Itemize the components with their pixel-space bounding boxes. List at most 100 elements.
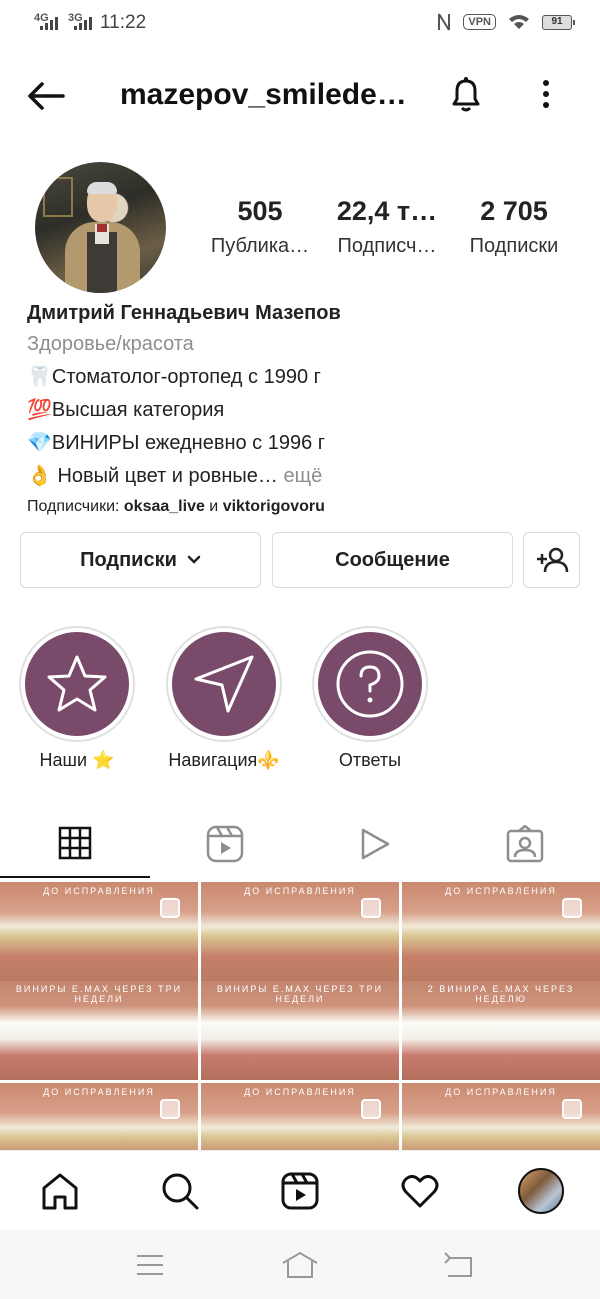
followed-by[interactable]: Подписчики: oksaa_live и viktorigovoru	[27, 498, 587, 516]
nav-search[interactable]	[158, 1169, 202, 1213]
suggested-users-button[interactable]	[523, 532, 580, 588]
post-caption: ВИНИРЫ E.MAX ЧЕРЕЗ ТРИ НЕДЕЛИ	[15, 984, 183, 1004]
multi-photo-icon	[361, 898, 381, 918]
post-caption: ДО ИСПРАВЛЕНИЯ	[244, 1087, 356, 1097]
post-caption: ДО ИСПРАВЛЕНИЯ	[445, 886, 557, 896]
highlight-label: Наши ⭐	[39, 750, 115, 770]
bio-line: 💎ВИНИРЫ ежедневно с 1996 г	[27, 432, 326, 454]
nav-profile[interactable]	[516, 1166, 566, 1216]
post-thumbnail[interactable]: ДО ИСПРАВЛЕНИЯ	[0, 1083, 198, 1150]
post-thumbnail[interactable]: ДО ИСПРАВЛЕНИЯ	[402, 1083, 600, 1150]
heart-icon	[401, 1174, 439, 1208]
following-count[interactable]: 2 705 Подписки	[449, 196, 579, 258]
follower-name[interactable]: viktorigovoru	[223, 498, 325, 515]
grid-icon	[58, 826, 92, 860]
reels-icon	[206, 825, 244, 863]
post-caption: 2 ВИНИРА E.MAX ЧЕРЕЗ НЕДЕЛЮ	[427, 984, 575, 1004]
post-thumbnail[interactable]: ДО ИСПРАВЛЕНИЯ ВИНИРЫ E.MAX ЧЕРЕЗ ТРИ НЕ…	[0, 882, 198, 1080]
multi-photo-icon	[160, 898, 180, 918]
post-thumbnail[interactable]: ДО ИСПРАВЛЕНИЯ 2 ВИНИРА E.MAX ЧЕРЕЗ НЕДЕ…	[402, 882, 600, 1080]
nav-reels[interactable]	[278, 1169, 322, 1213]
profile-avatar[interactable]	[35, 162, 166, 293]
bell-icon	[452, 77, 480, 112]
more-options-button[interactable]	[530, 74, 562, 114]
add-person-icon	[536, 547, 568, 573]
highlight-ours[interactable]: Наши ⭐	[19, 626, 135, 771]
posts-count[interactable]: 505 Публика…	[195, 196, 325, 258]
post-caption: ДО ИСПРАВЛЕНИЯ	[244, 886, 356, 896]
vpn-badge: VPN	[463, 14, 496, 30]
notifications-button[interactable]	[444, 72, 488, 116]
home-outline-icon	[282, 1251, 318, 1278]
wifi-icon	[509, 15, 529, 29]
system-home-button[interactable]	[280, 1250, 320, 1280]
message-button-label: Сообщение	[335, 548, 450, 571]
profile-avatar	[518, 1168, 564, 1214]
signal-icon	[40, 17, 58, 30]
bio-line: 💯Высшая категория	[27, 399, 225, 421]
followers-value: 22,4 т…	[336, 196, 438, 226]
bio-line: 🦷Стоматолог-ортопед с 1990 г	[27, 366, 321, 388]
posts-label: Публика…	[210, 235, 310, 257]
tab-reels[interactable]	[150, 810, 300, 878]
posts-value: 505	[237, 196, 283, 226]
multi-photo-icon	[562, 1099, 582, 1119]
bio-line-text: 👌 Новый цвет и ровные…	[27, 465, 278, 487]
profile-bio: Дмитрий Геннадьевич Мазепов Здоровье/кра…	[27, 302, 587, 516]
posts-grid: ДО ИСПРАВЛЕНИЯ ВИНИРЫ E.MAX ЧЕРЕЗ ТРИ НЕ…	[0, 880, 600, 1150]
search-icon	[162, 1173, 199, 1210]
nfc-icon	[438, 13, 451, 31]
reels-icon	[281, 1172, 319, 1210]
status-bar: 4G 3G 11:22 VPN 91	[0, 0, 600, 48]
back-icon	[444, 1252, 472, 1277]
clock: 11:22	[100, 12, 147, 33]
tab-posts-grid[interactable]	[0, 810, 150, 878]
post-thumbnail[interactable]: ДО ИСПРАВЛЕНИЯ ВИНИРЫ E.MAX ЧЕРЕЗ ТРИ НЕ…	[201, 882, 399, 1080]
post-caption: ДО ИСПРАВЛЕНИЯ	[43, 1087, 155, 1097]
multi-photo-icon	[160, 1099, 180, 1119]
followed-by-prefix: Подписчики:	[27, 498, 124, 515]
system-back-button[interactable]	[438, 1250, 478, 1280]
tab-tagged[interactable]	[450, 810, 600, 878]
followers-count[interactable]: 22,4 т… Подписч…	[322, 196, 452, 258]
highlight-answers[interactable]: Ответы	[312, 626, 428, 771]
bottom-navigation	[0, 1150, 600, 1230]
multi-photo-icon	[361, 1099, 381, 1119]
play-icon	[361, 828, 390, 860]
menu-icon	[137, 1255, 163, 1275]
bio-more-link[interactable]: ещё	[284, 465, 323, 487]
tagged-icon	[506, 825, 544, 863]
more-vertical-icon	[543, 80, 549, 108]
post-thumbnail[interactable]: ДО ИСПРАВЛЕНИЯ	[201, 1083, 399, 1150]
message-button[interactable]: Сообщение	[272, 532, 513, 588]
arrow-left-icon	[28, 82, 65, 110]
profile-full-name: Дмитрий Геннадьевич Мазепов	[27, 302, 341, 324]
post-caption: ДО ИСПРАВЛЕНИЯ	[43, 886, 155, 896]
multi-photo-icon	[562, 898, 582, 918]
question-icon	[336, 650, 404, 718]
battery-icon: 91	[542, 14, 575, 30]
following-label: Подписки	[469, 235, 559, 257]
highlight-navigation[interactable]: Навигация⚜️	[166, 626, 282, 771]
profile-header: mazepov_smilede…	[0, 60, 600, 130]
profile-category: Здоровье/красота	[27, 333, 194, 355]
following-button[interactable]: Подписки	[20, 532, 261, 588]
follower-name[interactable]: oksaa_live	[124, 498, 205, 515]
system-menu-button[interactable]	[130, 1250, 170, 1280]
bio-line-last: 👌 Новый цвет и ровные… ещё	[27, 463, 587, 488]
highlight-label: Ответы	[338, 750, 402, 770]
post-caption: ДО ИСПРАВЛЕНИЯ	[445, 1087, 557, 1097]
nav-activity[interactable]	[398, 1169, 442, 1213]
system-navigation	[0, 1230, 600, 1299]
highlight-label: Навигация⚜️	[168, 750, 280, 770]
navigation-arrow-icon	[194, 655, 254, 713]
tab-videos[interactable]	[300, 810, 450, 878]
following-value: 2 705	[480, 196, 548, 226]
chevron-down-icon	[187, 555, 201, 564]
followed-by-and: и	[204, 498, 223, 515]
following-button-label: Подписки	[80, 548, 177, 571]
signal-icon-2	[74, 17, 92, 30]
nav-home[interactable]	[38, 1169, 82, 1213]
back-button[interactable]	[24, 74, 68, 118]
star-icon	[47, 655, 107, 712]
